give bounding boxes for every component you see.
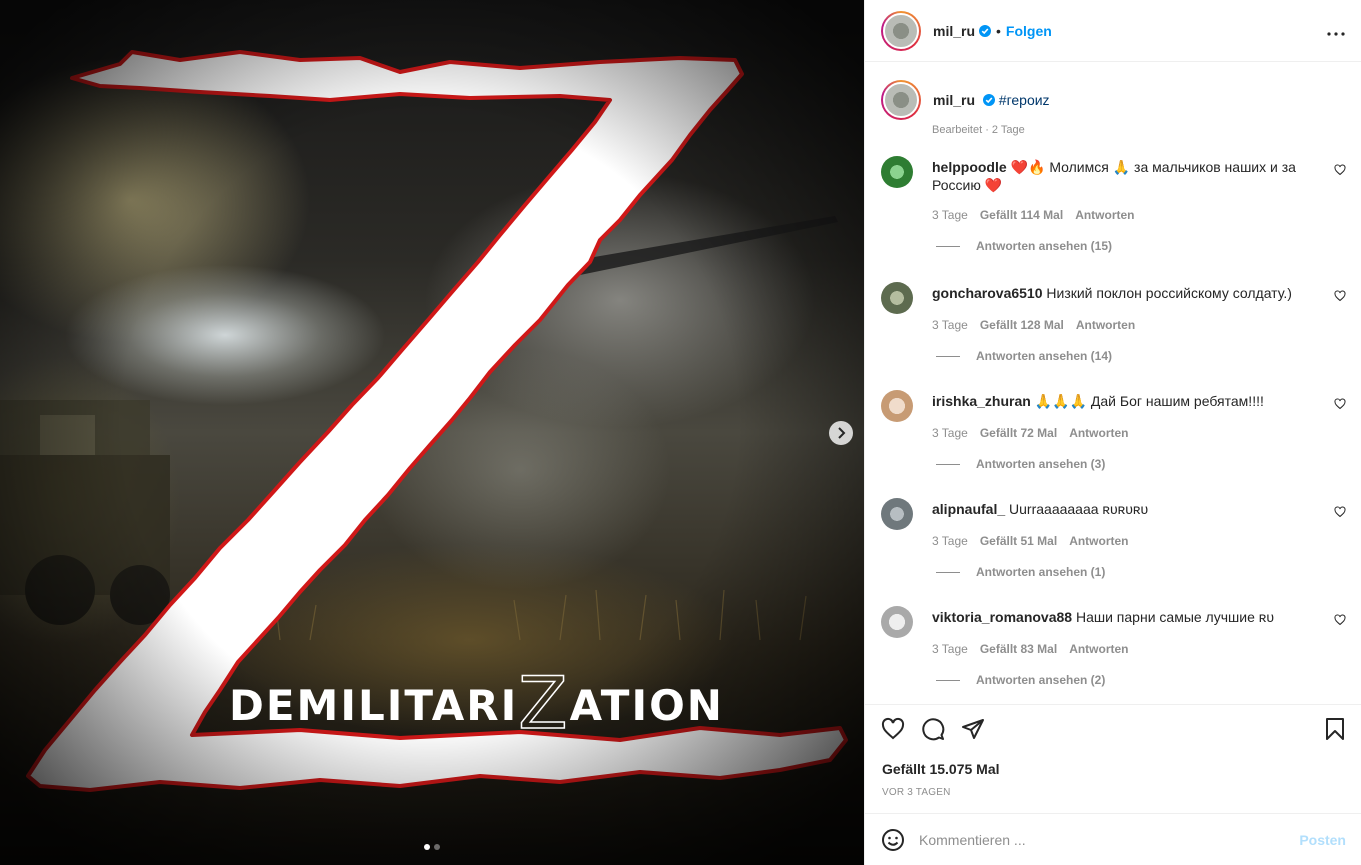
- commenter-avatar[interactable]: [881, 282, 913, 314]
- comment-icon[interactable]: [921, 717, 945, 741]
- like-comment-icon[interactable]: [1334, 506, 1346, 518]
- comment-username[interactable]: helppoodle: [932, 159, 1007, 175]
- comment-likes[interactable]: Gefällt 83 Mal: [980, 642, 1057, 656]
- caption-meta: Bearbeitet · 2 Tage: [932, 124, 1025, 136]
- comment-time: 3 Tage: [932, 318, 968, 332]
- commenter-avatar[interactable]: [881, 498, 913, 530]
- comment-time: 3 Tage: [932, 208, 968, 222]
- image-vignette: [0, 0, 864, 865]
- comment-text: Uurraaaaaaaa ʀᴜʀᴜʀᴜ: [1009, 501, 1149, 517]
- caption-username[interactable]: mil_ru: [933, 92, 975, 108]
- comment-item: alipnaufal_ Uurraaaaaaaa ʀᴜʀᴜʀᴜ 3 Tage Ge…: [881, 498, 1346, 579]
- post-image[interactable]: DEMILITARIZATION: [0, 0, 864, 865]
- commenter-avatar[interactable]: [881, 606, 913, 638]
- comment-likes[interactable]: Gefällt 128 Mal: [980, 318, 1064, 332]
- comment-item: goncharova6510 Низкий поклон российскому…: [881, 282, 1346, 363]
- reply-button[interactable]: Antworten: [1076, 318, 1135, 332]
- like-icon[interactable]: [881, 717, 905, 741]
- reply-button[interactable]: Antworten: [1069, 426, 1128, 440]
- bookmark-icon[interactable]: [1324, 717, 1346, 741]
- post-date: VOR 3 TAGEN: [882, 787, 951, 798]
- reply-button[interactable]: Antworten: [1069, 642, 1128, 656]
- like-comment-icon[interactable]: [1334, 398, 1346, 410]
- commenter-avatar[interactable]: [881, 390, 913, 422]
- comment-text: 🙏🙏🙏 Дай Бог нашим ребятам!!!!: [1034, 393, 1264, 409]
- comment-item: viktoria_romanova88 Наши парни самые луч…: [881, 606, 1346, 687]
- post-side-panel: mil_ru • Folgen mil_ru #героиz Bearbeite…: [864, 0, 1361, 865]
- more-options-icon: [1327, 32, 1345, 36]
- carousel-dot: [424, 844, 430, 850]
- post-header: mil_ru • Folgen: [865, 0, 1361, 62]
- post-comment-button[interactable]: Posten: [1299, 832, 1346, 848]
- comment-username[interactable]: irishka_zhuran: [932, 393, 1031, 409]
- like-comment-icon[interactable]: [1334, 290, 1346, 302]
- carousel-dots: [424, 844, 440, 850]
- comment-input[interactable]: Kommentieren ...: [919, 832, 1299, 848]
- view-replies-button[interactable]: Antworten ansehen (2): [932, 673, 1346, 687]
- chevron-right-icon: [838, 427, 846, 439]
- reply-button[interactable]: Antworten: [1075, 208, 1134, 222]
- comment-item: irishka_zhuran 🙏🙏🙏 Дай Бог нашим ребятам…: [881, 390, 1346, 471]
- share-icon[interactable]: [961, 717, 985, 741]
- comment-likes[interactable]: Gefällt 72 Mal: [980, 426, 1057, 440]
- view-replies-button[interactable]: Antworten ansehen (3): [932, 457, 1346, 471]
- comment-time: 3 Tage: [932, 642, 968, 656]
- like-comment-icon[interactable]: [1334, 614, 1346, 626]
- comment-text: Наши парни самые лучшие ʀᴜ: [1075, 609, 1274, 625]
- carousel-dot: [434, 844, 440, 850]
- post-actions: Gefällt 15.075 Mal VOR 3 TAGEN: [865, 704, 1361, 814]
- comment-username[interactable]: goncharova6510: [932, 285, 1043, 301]
- more-options-button[interactable]: [1327, 20, 1345, 41]
- follow-button[interactable]: Folgen: [1006, 23, 1052, 39]
- like-comment-icon[interactable]: [1334, 164, 1346, 176]
- comment-username[interactable]: alipnaufal_: [932, 501, 1005, 517]
- author-username[interactable]: mil_ru: [933, 23, 975, 39]
- comment-likes[interactable]: Gefällt 51 Mal: [980, 534, 1057, 548]
- comment-time: 3 Tage: [932, 534, 968, 548]
- comment-username[interactable]: viktoria_romanova88: [932, 609, 1072, 625]
- caption-hashtag[interactable]: #героиz: [999, 92, 1050, 108]
- likes-count[interactable]: Gefällt 15.075 Mal: [882, 761, 1361, 777]
- reply-button[interactable]: Antworten: [1069, 534, 1128, 548]
- comment-text: Низкий поклон российскому солдату.): [1046, 285, 1292, 301]
- comment-likes[interactable]: Gefällt 114 Mal: [980, 208, 1063, 222]
- author-avatar[interactable]: [881, 10, 921, 51]
- view-replies-button[interactable]: Antworten ansehen (14): [932, 349, 1346, 363]
- commenter-avatar[interactable]: [881, 156, 913, 188]
- post-caption: mil_ru #героиz Bearbeitet · 2 Tage: [881, 80, 1341, 136]
- view-replies-button[interactable]: Antworten ansehen (1): [932, 565, 1346, 579]
- comments-list[interactable]: mil_ru #героиz Bearbeitet · 2 Tage helpp…: [865, 62, 1361, 704]
- verified-badge-icon: [982, 94, 995, 106]
- author-avatar[interactable]: [881, 80, 921, 120]
- comment-time: 3 Tage: [932, 426, 968, 440]
- comment-item: helppoodle ❤️🔥 Молимся 🙏 за мальчиков на…: [881, 156, 1346, 253]
- next-image-button[interactable]: [829, 421, 853, 445]
- emoji-icon[interactable]: [881, 828, 905, 852]
- banner-text: DEMILITARIZATION: [229, 661, 724, 745]
- header-separator: •: [996, 22, 1001, 39]
- add-comment-bar: Kommentieren ... Posten: [865, 813, 1361, 865]
- verified-badge-icon: [979, 24, 992, 37]
- view-replies-button[interactable]: Antworten ansehen (15): [932, 239, 1346, 253]
